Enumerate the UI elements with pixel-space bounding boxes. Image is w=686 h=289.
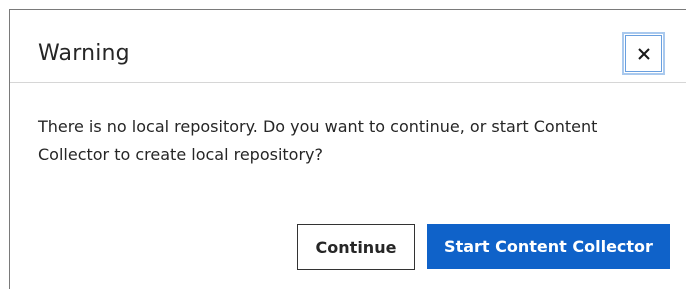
dialog-header: Warning (10, 10, 686, 83)
warning-dialog: Warning There is no local repository. Do… (9, 9, 686, 289)
close-icon (637, 47, 651, 61)
start-content-collector-button[interactable]: Start Content Collector (427, 224, 670, 269)
close-button[interactable] (622, 32, 665, 75)
dialog-title: Warning (38, 41, 130, 66)
dialog-message: There is no local repository. Do you wan… (38, 117, 598, 164)
continue-button[interactable]: Continue (297, 224, 415, 270)
